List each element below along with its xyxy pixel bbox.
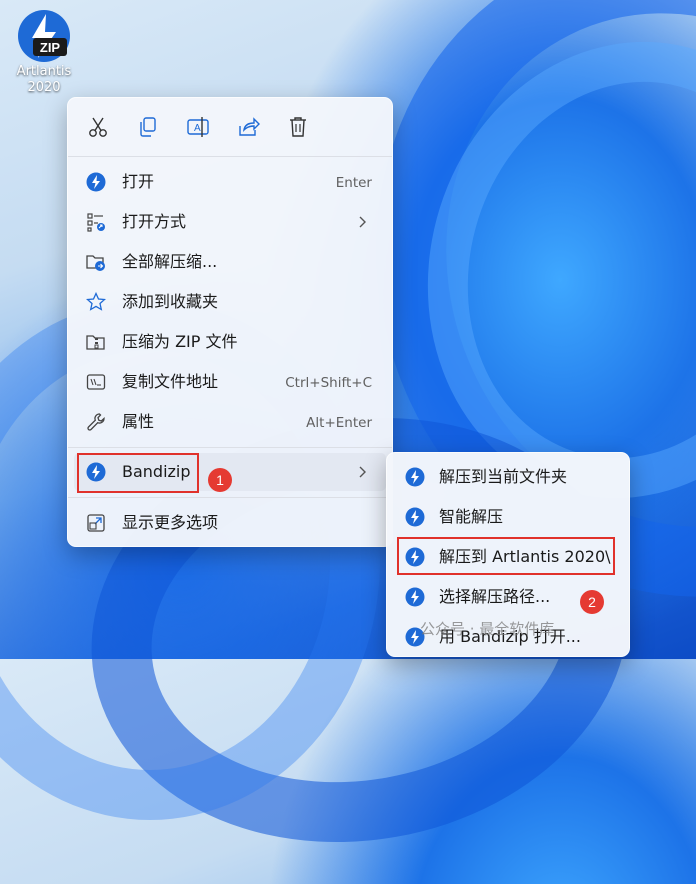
menu-item-properties[interactable]: 属性 Alt+Enter [74,403,386,441]
cut-button[interactable] [85,114,111,140]
desktop-icon-label-line1: Artlantis [16,64,72,79]
menu-item-add-favorites[interactable]: 添加到收藏夹 [74,283,386,321]
copy-path-icon [86,374,106,390]
bandizip-icon [405,507,425,527]
delete-icon [290,117,306,137]
delete-button[interactable] [285,114,311,140]
menu-item-show-more-options[interactable]: 显示更多选项 [74,504,386,542]
chevron-right-icon [359,216,366,228]
watermark: 公众号 · 最全软件库 [420,620,555,638]
menu-item-open-with[interactable]: 打开方式 [74,203,386,241]
copy-icon [140,117,156,137]
rename-icon: A [187,117,209,137]
zip-folder-icon [86,335,105,350]
copy-button[interactable] [135,114,161,140]
bandizip-icon [405,467,425,487]
open-with-icon [87,213,105,232]
menu-item-compress-zip[interactable]: 压缩为 ZIP 文件 [74,323,386,361]
menu-item-label: 复制文件地址 [122,372,219,391]
bandizip-icon [86,172,106,192]
extract-all-icon [86,255,105,271]
menu-separator [68,497,392,498]
menu-item-label: 显示更多选项 [122,513,219,532]
menu-item-open[interactable]: 打开 Enter [74,163,386,201]
submenu-item-smart-extract[interactable]: 智能解压 [393,498,623,536]
menu-item-shortcut: Ctrl+Shift+C [285,375,372,391]
annotation-badge-1: 1 [208,468,232,492]
annotation-badge-2: 2 [580,590,604,614]
desktop-icon-label: Artlantis 2020 [8,64,80,96]
bandizip-icon [405,587,425,607]
menu-item-label: 打开 [122,172,155,191]
submenu-item-label: 智能解压 [439,507,504,526]
rename-button[interactable]: A [185,114,211,140]
share-icon [239,117,260,136]
show-more-icon [87,514,105,532]
annotation-box-1 [77,453,199,493]
annotation-box-2 [397,537,615,575]
share-button[interactable] [235,114,261,140]
submenu-item-extract-here[interactable]: 解压到当前文件夹 [393,458,623,496]
menu-item-label: 全部解压缩... [122,252,218,271]
menu-item-label: 打开方式 [122,212,187,231]
menu-item-label: 属性 [122,412,155,431]
submenu-item-label: 解压到当前文件夹 [439,467,568,486]
toolbar-separator [68,156,392,157]
svg-text:A: A [194,123,201,134]
submenu-item-label: 选择解压路径... [439,587,551,606]
bandizip-zip-file-icon: ZIP [16,8,72,64]
chevron-right-icon [359,466,366,478]
star-icon [86,292,106,311]
menu-item-label: 添加到收藏夹 [122,292,219,311]
menu-item-shortcut: Alt+Enter [306,415,372,431]
menu-item-label: 压缩为 ZIP 文件 [122,332,238,351]
zip-logo-text: ZIP [40,40,61,55]
context-menu-toolbar: A [68,98,392,156]
menu-separator [68,447,392,448]
menu-item-shortcut: Enter [335,175,372,191]
menu-item-extract-all[interactable]: 全部解压缩... [74,243,386,281]
wrench-icon [87,413,105,431]
menu-item-copy-path[interactable]: 复制文件地址 Ctrl+Shift+C [74,363,386,401]
desktop-icon-artlantis[interactable]: ZIP Artlantis 2020 [8,8,80,96]
desktop-icon-label-line2: 2020 [27,80,61,95]
cut-icon [89,117,107,137]
